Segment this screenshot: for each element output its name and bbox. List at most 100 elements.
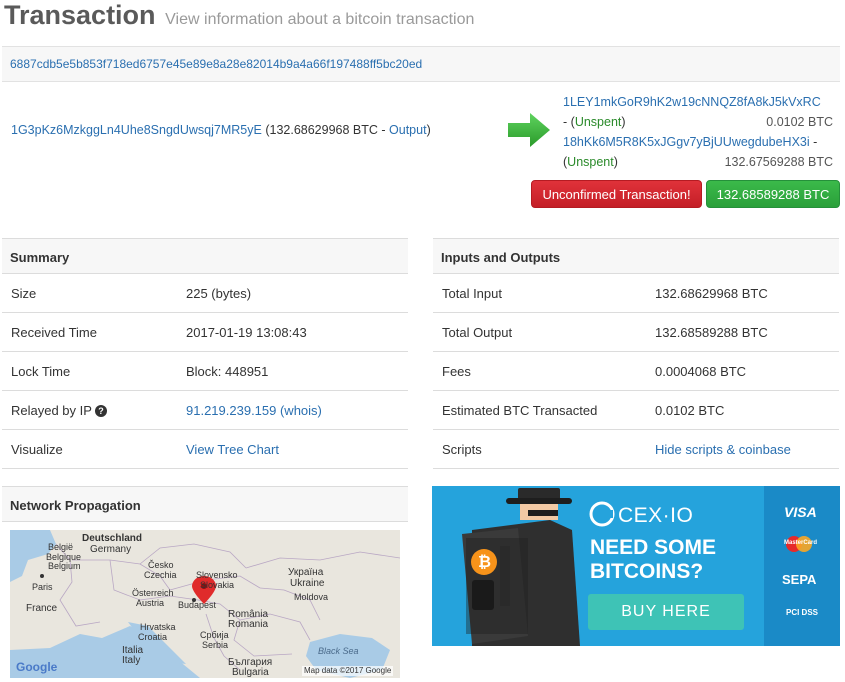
input-close-paren: ) <box>426 123 431 137</box>
map-label: Italy <box>122 655 141 666</box>
map-label: België <box>48 542 74 552</box>
propagation-map[interactable]: Deutschland Germany België Belgique Belg… <box>10 530 400 678</box>
summary-key: Relayed by IP? <box>11 403 107 418</box>
output-status-suffix: ) <box>613 155 618 169</box>
map-label: Bulgaria <box>232 667 269 678</box>
page-title: Transaction <box>4 0 156 30</box>
output-address-link[interactable]: 1LEY1mkGoR9hK2w19cNNQZ8fA8kJ5kVxRC <box>563 92 821 112</box>
map-label: France <box>26 603 58 614</box>
relayed-ip-link[interactable]: 91.219.239.159 (whois) <box>186 403 322 418</box>
summary-panel: Summary Size 225 (bytes) Received Time 2… <box>2 238 408 469</box>
output-status-row: (Unspent) 132.67569288 BTC <box>563 152 833 172</box>
io-key: Total Output <box>442 325 513 340</box>
unspent-label: Unspent <box>567 155 614 169</box>
output-status-row: - (Unspent) 0.0102 BTC <box>563 112 833 132</box>
map-label: Ukraine <box>290 578 325 589</box>
summary-key: Visualize <box>11 442 63 457</box>
output-address-link[interactable]: 18hKk6M5R8K5xJGgv7yBjUUwegdubeHX3i <box>563 135 810 149</box>
map-label: Paris <box>32 582 53 592</box>
unconfirmed-transaction-button[interactable]: Unconfirmed Transaction! <box>531 180 702 208</box>
io-row-total-output: Total Output 132.68589288 BTC <box>433 313 839 352</box>
network-propagation-panel: Network Propagation <box>2 486 408 522</box>
summary-row-relayed-by-ip: Relayed by IP? 91.219.239.159 (whois) <box>2 391 408 430</box>
summary-key: Size <box>11 286 37 301</box>
io-value: 0.0102 BTC <box>655 403 725 418</box>
page-header: Transaction View information about a bit… <box>4 0 474 36</box>
output-amount: 0.0102 BTC <box>766 115 833 129</box>
outputs-list: 1LEY1mkGoR9hK2w19cNNQZ8fA8kJ5kVxRC - (Un… <box>563 92 833 172</box>
io-value: 132.68589288 BTC <box>655 325 768 340</box>
input-address-link[interactable]: 1G3pKz6MzkggLn4Uhe8SngdUwsqj7MR5yE <box>11 123 262 137</box>
ad-brand: CEX·IO <box>618 504 694 527</box>
map-label: Croatia <box>138 632 168 642</box>
cexio-ad-banner[interactable]: ₿ CEX·IO NEED SOME BITCOINS? BUY HERE VI… <box>432 486 840 646</box>
map-label: Deutschland <box>82 533 143 544</box>
output-dash: - <box>813 135 818 149</box>
ad-headline-line2: BITCOINS? <box>590 560 704 583</box>
output-address-row: 1LEY1mkGoR9hK2w19cNNQZ8fA8kJ5kVxRC <box>563 92 833 112</box>
map-label: Austria <box>136 598 165 608</box>
input-amount: (132.68629968 BTC - <box>265 123 390 137</box>
output-amount: 132.67569288 BTC <box>724 155 833 169</box>
io-row-total-input: Total Input 132.68629968 BTC <box>433 274 839 313</box>
summary-row-visualize: Visualize View Tree Chart <box>2 430 408 469</box>
page-subtitle: View information about a bitcoin transac… <box>165 11 475 28</box>
transaction-flow: 1G3pKz6MzkggLn4Uhe8SngdUwsqj7MR5yE (132.… <box>2 82 840 212</box>
output-address-row: 18hKk6M5R8K5xJGgv7yBjUUwegdubeHX3i - <box>563 132 833 152</box>
map-label: Romania <box>228 619 269 630</box>
map-label: Serbia <box>202 640 229 650</box>
help-icon[interactable]: ? <box>94 405 107 417</box>
map-label: Österreich <box>132 588 174 598</box>
map-label: Czechia <box>144 570 177 580</box>
input-line: 1G3pKz6MzkggLn4Uhe8SngdUwsqj7MR5yE (132.… <box>11 123 431 137</box>
inputs-outputs-heading: Inputs and Outputs <box>433 238 839 274</box>
output-status-prefix: - ( <box>563 115 575 129</box>
map-label: Germany <box>90 544 132 555</box>
io-value: 132.68629968 BTC <box>655 286 768 301</box>
io-key: Fees <box>442 364 471 379</box>
summary-row-size: Size 225 (bytes) <box>2 274 408 313</box>
io-value: 0.0004068 BTC <box>655 364 747 379</box>
io-row-fees: Fees 0.0004068 BTC <box>433 352 839 391</box>
pci-dss-icon: PCI DSS <box>786 608 819 617</box>
map-label: Moldova <box>294 592 329 602</box>
hide-scripts-link[interactable]: Hide scripts & coinbase <box>655 442 791 457</box>
total-amount-button[interactable]: 132.68589288 BTC <box>706 180 840 208</box>
sepa-icon: SEPA <box>782 572 817 587</box>
visa-icon: VISA <box>784 504 817 520</box>
transaction-hash-link[interactable]: 6887cdb5e5b853f718ed6757e45e89e8a28e8201… <box>10 57 422 71</box>
buy-here-button[interactable]: BUY HERE <box>588 603 744 621</box>
map-label: Budapest <box>178 600 217 610</box>
summary-row-received-time: Received Time 2017-01-19 13:08:43 <box>2 313 408 352</box>
inputs-outputs-panel: Inputs and Outputs Total Input 132.68629… <box>433 238 839 469</box>
map-label: Black Sea <box>318 646 359 656</box>
map-label: Česko <box>148 560 174 570</box>
unspent-label: Unspent <box>574 115 622 129</box>
io-key: Scripts <box>442 442 482 457</box>
google-logo: Google <box>16 660 58 674</box>
arrow-right-icon <box>508 113 550 147</box>
input-output-link[interactable]: Output <box>389 123 427 137</box>
io-key: Estimated BTC Transacted <box>442 403 598 418</box>
map-label: Slovensko <box>196 570 238 580</box>
summary-heading: Summary <box>2 238 408 274</box>
map-label: Hrvatska <box>140 622 176 632</box>
map-label: Україна <box>288 567 324 578</box>
summary-key: Received Time <box>11 325 97 340</box>
summary-value: 225 (bytes) <box>186 286 252 301</box>
summary-key-label: Relayed by IP <box>11 403 92 418</box>
view-tree-chart-link[interactable]: View Tree Chart <box>186 442 279 457</box>
output-status-suffix: ) <box>621 115 626 129</box>
mastercard-icon: MasterCard <box>784 540 818 546</box>
output-status: - (Unspent) <box>563 112 626 132</box>
summary-value: Block: 448951 <box>186 364 269 379</box>
summary-key: Lock Time <box>11 364 71 379</box>
map-credit: Map data ©2017 Google <box>302 666 394 676</box>
io-key: Total Input <box>442 286 502 301</box>
summary-value: 2017-01-19 13:08:43 <box>186 325 307 340</box>
bitcoin-icon: ₿ <box>478 554 492 571</box>
output-status: (Unspent) <box>563 152 618 172</box>
io-row-scripts: Scripts Hide scripts & coinbase <box>433 430 839 469</box>
transaction-hash-bar: 6887cdb5e5b853f718ed6757e45e89e8a28e8201… <box>2 46 840 82</box>
map-label: Србија <box>200 630 229 640</box>
